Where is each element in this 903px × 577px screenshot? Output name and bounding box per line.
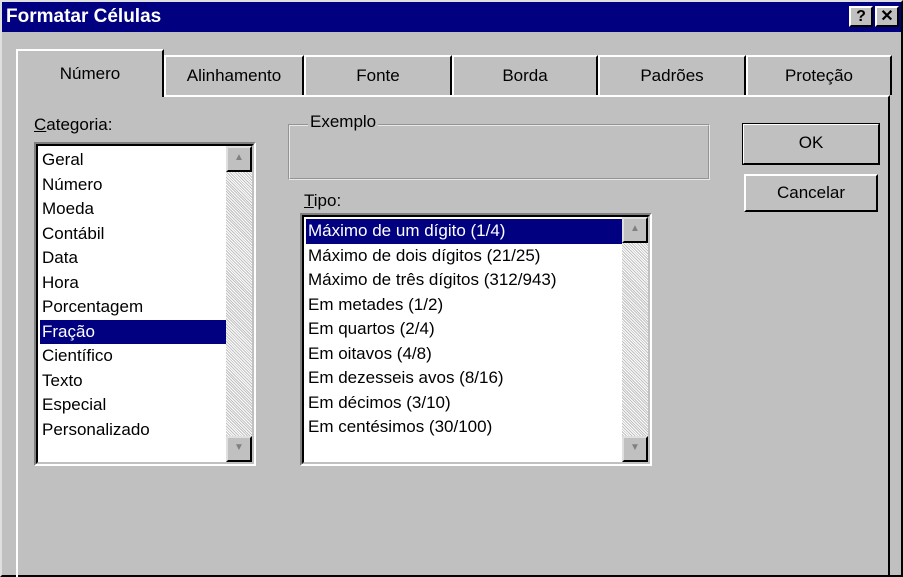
list-item[interactable]: Em centésimos (30/100) [306, 415, 626, 440]
type-listbox[interactable]: Máximo de um dígito (1/4) Máximo de dois … [300, 213, 652, 466]
scroll-up-icon[interactable]: ▲ [226, 146, 252, 172]
list-item[interactable]: Geral [40, 148, 226, 173]
list-item[interactable]: Em metades (1/2) [306, 293, 626, 318]
category-scrollbar[interactable]: ▲ ▼ [226, 146, 252, 462]
tab-protecao[interactable]: Proteção [746, 55, 892, 95]
list-item[interactable]: Científico [40, 344, 226, 369]
list-item[interactable]: Em dezesseis avos (8/16) [306, 366, 626, 391]
scroll-down-icon[interactable]: ▼ [622, 436, 648, 462]
tab-alinhamento[interactable]: Alinhamento [164, 55, 304, 95]
category-listbox[interactable]: Geral Número Moeda Contábil Data Hora Porcenta… [34, 142, 256, 466]
example-groupbox [288, 124, 710, 180]
type-items: Máximo de um dígito (1/4) Máximo de dois … [306, 219, 626, 440]
close-button[interactable]: ✕ [875, 6, 899, 27]
help-button[interactable]: ? [849, 6, 873, 27]
list-item[interactable]: Em oitavos (4/8) [306, 342, 626, 367]
type-label: Tipo: [304, 191, 342, 210]
ok-button[interactable]: OK [742, 123, 880, 165]
category-label: Categoria: [34, 115, 113, 134]
scroll-down-icon[interactable]: ▼ [226, 436, 252, 462]
example-label: Exemplo [308, 112, 379, 132]
list-item[interactable]: Texto [40, 369, 226, 394]
list-item[interactable]: Moeda [40, 197, 226, 222]
type-scrollbar[interactable]: ▲ ▼ [622, 217, 648, 462]
list-item[interactable]: Hora [40, 271, 226, 296]
tab-numero[interactable]: Número [16, 49, 164, 97]
list-item[interactable]: Máximo de três dígitos (312/943) [306, 268, 626, 293]
scroll-up-icon[interactable]: ▲ [622, 217, 648, 243]
list-item[interactable]: Em décimos (3/10) [306, 391, 626, 416]
list-item[interactable]: Contábil [40, 222, 226, 247]
list-item[interactable]: Fração [40, 319, 226, 344]
list-item[interactable]: Máximo de um dígito (1/4) [306, 219, 626, 244]
list-item[interactable]: Data [40, 246, 226, 271]
list-item[interactable]: Personalizado [40, 418, 226, 443]
window-title: Formatar Células [6, 6, 162, 27]
format-cells-dialog: Formatar Células ? ✕ Número Alinhamento … [0, 0, 903, 577]
tab-fonte[interactable]: Fonte [304, 55, 452, 95]
tab-padroes[interactable]: Padrões [598, 55, 746, 95]
category-items: Geral Número Moeda Contábil Data Hora Porcenta… [40, 148, 226, 442]
list-item[interactable]: Em quartos (2/4) [306, 317, 626, 342]
tab-borda[interactable]: Borda [452, 55, 598, 95]
list-item[interactable]: Porcentagem [40, 295, 226, 320]
list-item[interactable]: Máximo de dois dígitos (21/25) [306, 244, 626, 269]
cancel-button[interactable]: Cancelar [744, 174, 878, 212]
list-item[interactable]: Número [40, 173, 226, 198]
title-bar: Formatar Células ? ✕ [2, 2, 901, 32]
list-item[interactable]: Especial [40, 393, 226, 418]
